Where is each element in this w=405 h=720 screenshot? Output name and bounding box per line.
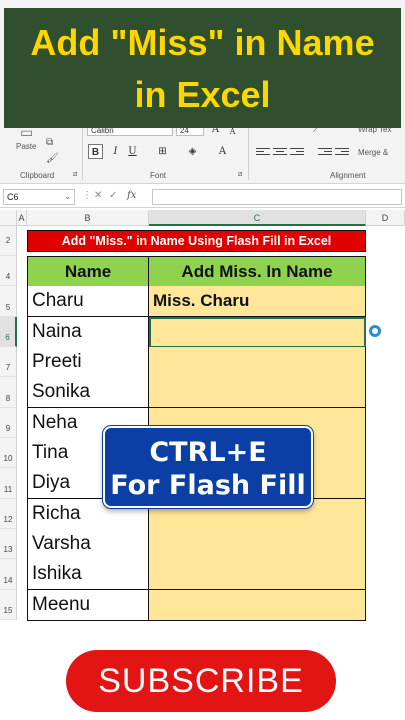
fill-handle-icon[interactable] [369, 325, 381, 337]
format-painter-icon[interactable]: 🖌 [46, 153, 59, 164]
decrease-indent-icon[interactable] [318, 146, 332, 158]
sheet-title[interactable]: Add "Miss." in Name Using Flash Fill in … [27, 230, 366, 252]
column-header-d[interactable]: D [366, 210, 405, 226]
formula-input[interactable] [152, 189, 402, 205]
name-cell[interactable]: Naina [27, 317, 149, 348]
name-cell[interactable]: Meenu [27, 590, 149, 621]
row-header[interactable]: 11 [0, 468, 17, 499]
shortcut-callout: CTRL+E For Flash Fill [103, 426, 313, 508]
row-header[interactable]: 15 [0, 590, 17, 620]
row-header[interactable]: 7 [0, 347, 17, 377]
increase-indent-icon[interactable] [335, 146, 349, 158]
row-header[interactable]: 8 [0, 377, 17, 408]
ribbon-divider [82, 120, 83, 180]
subscribe-button[interactable]: SUBSCRIBE [66, 650, 336, 712]
name-cell[interactable]: Preeti [27, 347, 149, 378]
result-cell-selected[interactable] [149, 317, 366, 348]
group-clipboard-label: Clipboard [20, 171, 55, 180]
column-header-c[interactable]: C [149, 210, 366, 226]
row-header[interactable]: 12 [0, 499, 17, 529]
copy-icon[interactable]: ⧉ [46, 137, 53, 148]
row-header[interactable]: 9 [0, 408, 17, 438]
header-name-cell[interactable]: Name [27, 256, 149, 287]
select-all-corner[interactable] [0, 210, 17, 226]
row-header[interactable]: 2 [0, 226, 17, 256]
insert-function-icon[interactable]: fx [127, 190, 136, 201]
group-alignment-label: Alignment [330, 171, 366, 180]
result-cell[interactable] [149, 377, 366, 408]
name-box-value: C6 [7, 192, 19, 202]
title-banner: Add "Miss" in Name in Excel [4, 8, 401, 128]
align-center-icon[interactable] [273, 146, 287, 158]
row-header[interactable]: 10 [0, 438, 17, 468]
result-cell[interactable] [149, 347, 366, 378]
shortcut-description: For Flash Fill [110, 470, 306, 501]
paste-label[interactable]: Paste [16, 142, 36, 151]
bold-button[interactable]: B [88, 144, 103, 159]
banner-title-line2: in Excel [134, 74, 271, 115]
result-cell[interactable] [149, 529, 366, 560]
align-right-icon[interactable] [290, 146, 304, 158]
row-header[interactable]: 14 [0, 559, 17, 590]
formula-bar: C6 ⌄ ⋮ ✕ ✓ fx [0, 186, 405, 208]
header-result-cell[interactable]: Add Miss. In Name [149, 256, 366, 287]
result-cell[interactable] [149, 590, 366, 621]
banner-title-line1: Add "Miss" in Name [30, 22, 375, 63]
cancel-icon[interactable]: ✕ [94, 190, 102, 201]
ribbon-divider [248, 120, 249, 180]
name-cell[interactable]: Ishika [27, 559, 149, 590]
font-launcher-icon[interactable]: ⧄ [238, 171, 242, 179]
enter-icon[interactable]: ✓ [109, 190, 117, 201]
result-cell[interactable]: Miss. Charu [149, 286, 366, 317]
italic-button[interactable]: I [108, 144, 123, 159]
group-font-label: Font [150, 171, 167, 180]
column-header-a[interactable]: A [17, 210, 27, 226]
shortcut-key-text: CTRL+E [149, 437, 267, 468]
fill-color-icon[interactable]: ◈ [185, 144, 200, 159]
name-cell[interactable]: Varsha [27, 529, 149, 560]
underline-button[interactable]: U [125, 144, 140, 159]
row-header[interactable]: 4 [0, 256, 17, 286]
name-cell[interactable]: Sonika [27, 377, 149, 408]
name-cell[interactable]: Charu [27, 286, 149, 317]
more-options-icon: ⋮ [82, 190, 92, 201]
row-header[interactable]: 5 [0, 286, 17, 317]
name-box[interactable]: C6 ⌄ [3, 189, 75, 205]
chevron-down-icon[interactable]: ⌄ [64, 190, 71, 204]
merge-button[interactable]: Merge & [358, 148, 388, 157]
result-cell[interactable] [149, 559, 366, 590]
font-color-button[interactable]: A [215, 144, 230, 159]
row-header[interactable]: 13 [0, 529, 17, 559]
borders-icon[interactable]: ⊞ [155, 144, 170, 159]
align-left-icon[interactable] [256, 146, 270, 158]
clipboard-launcher-icon[interactable]: ⧄ [73, 171, 77, 179]
column-header-b[interactable]: B [27, 210, 149, 226]
row-header-selected[interactable]: 6 [0, 317, 17, 347]
